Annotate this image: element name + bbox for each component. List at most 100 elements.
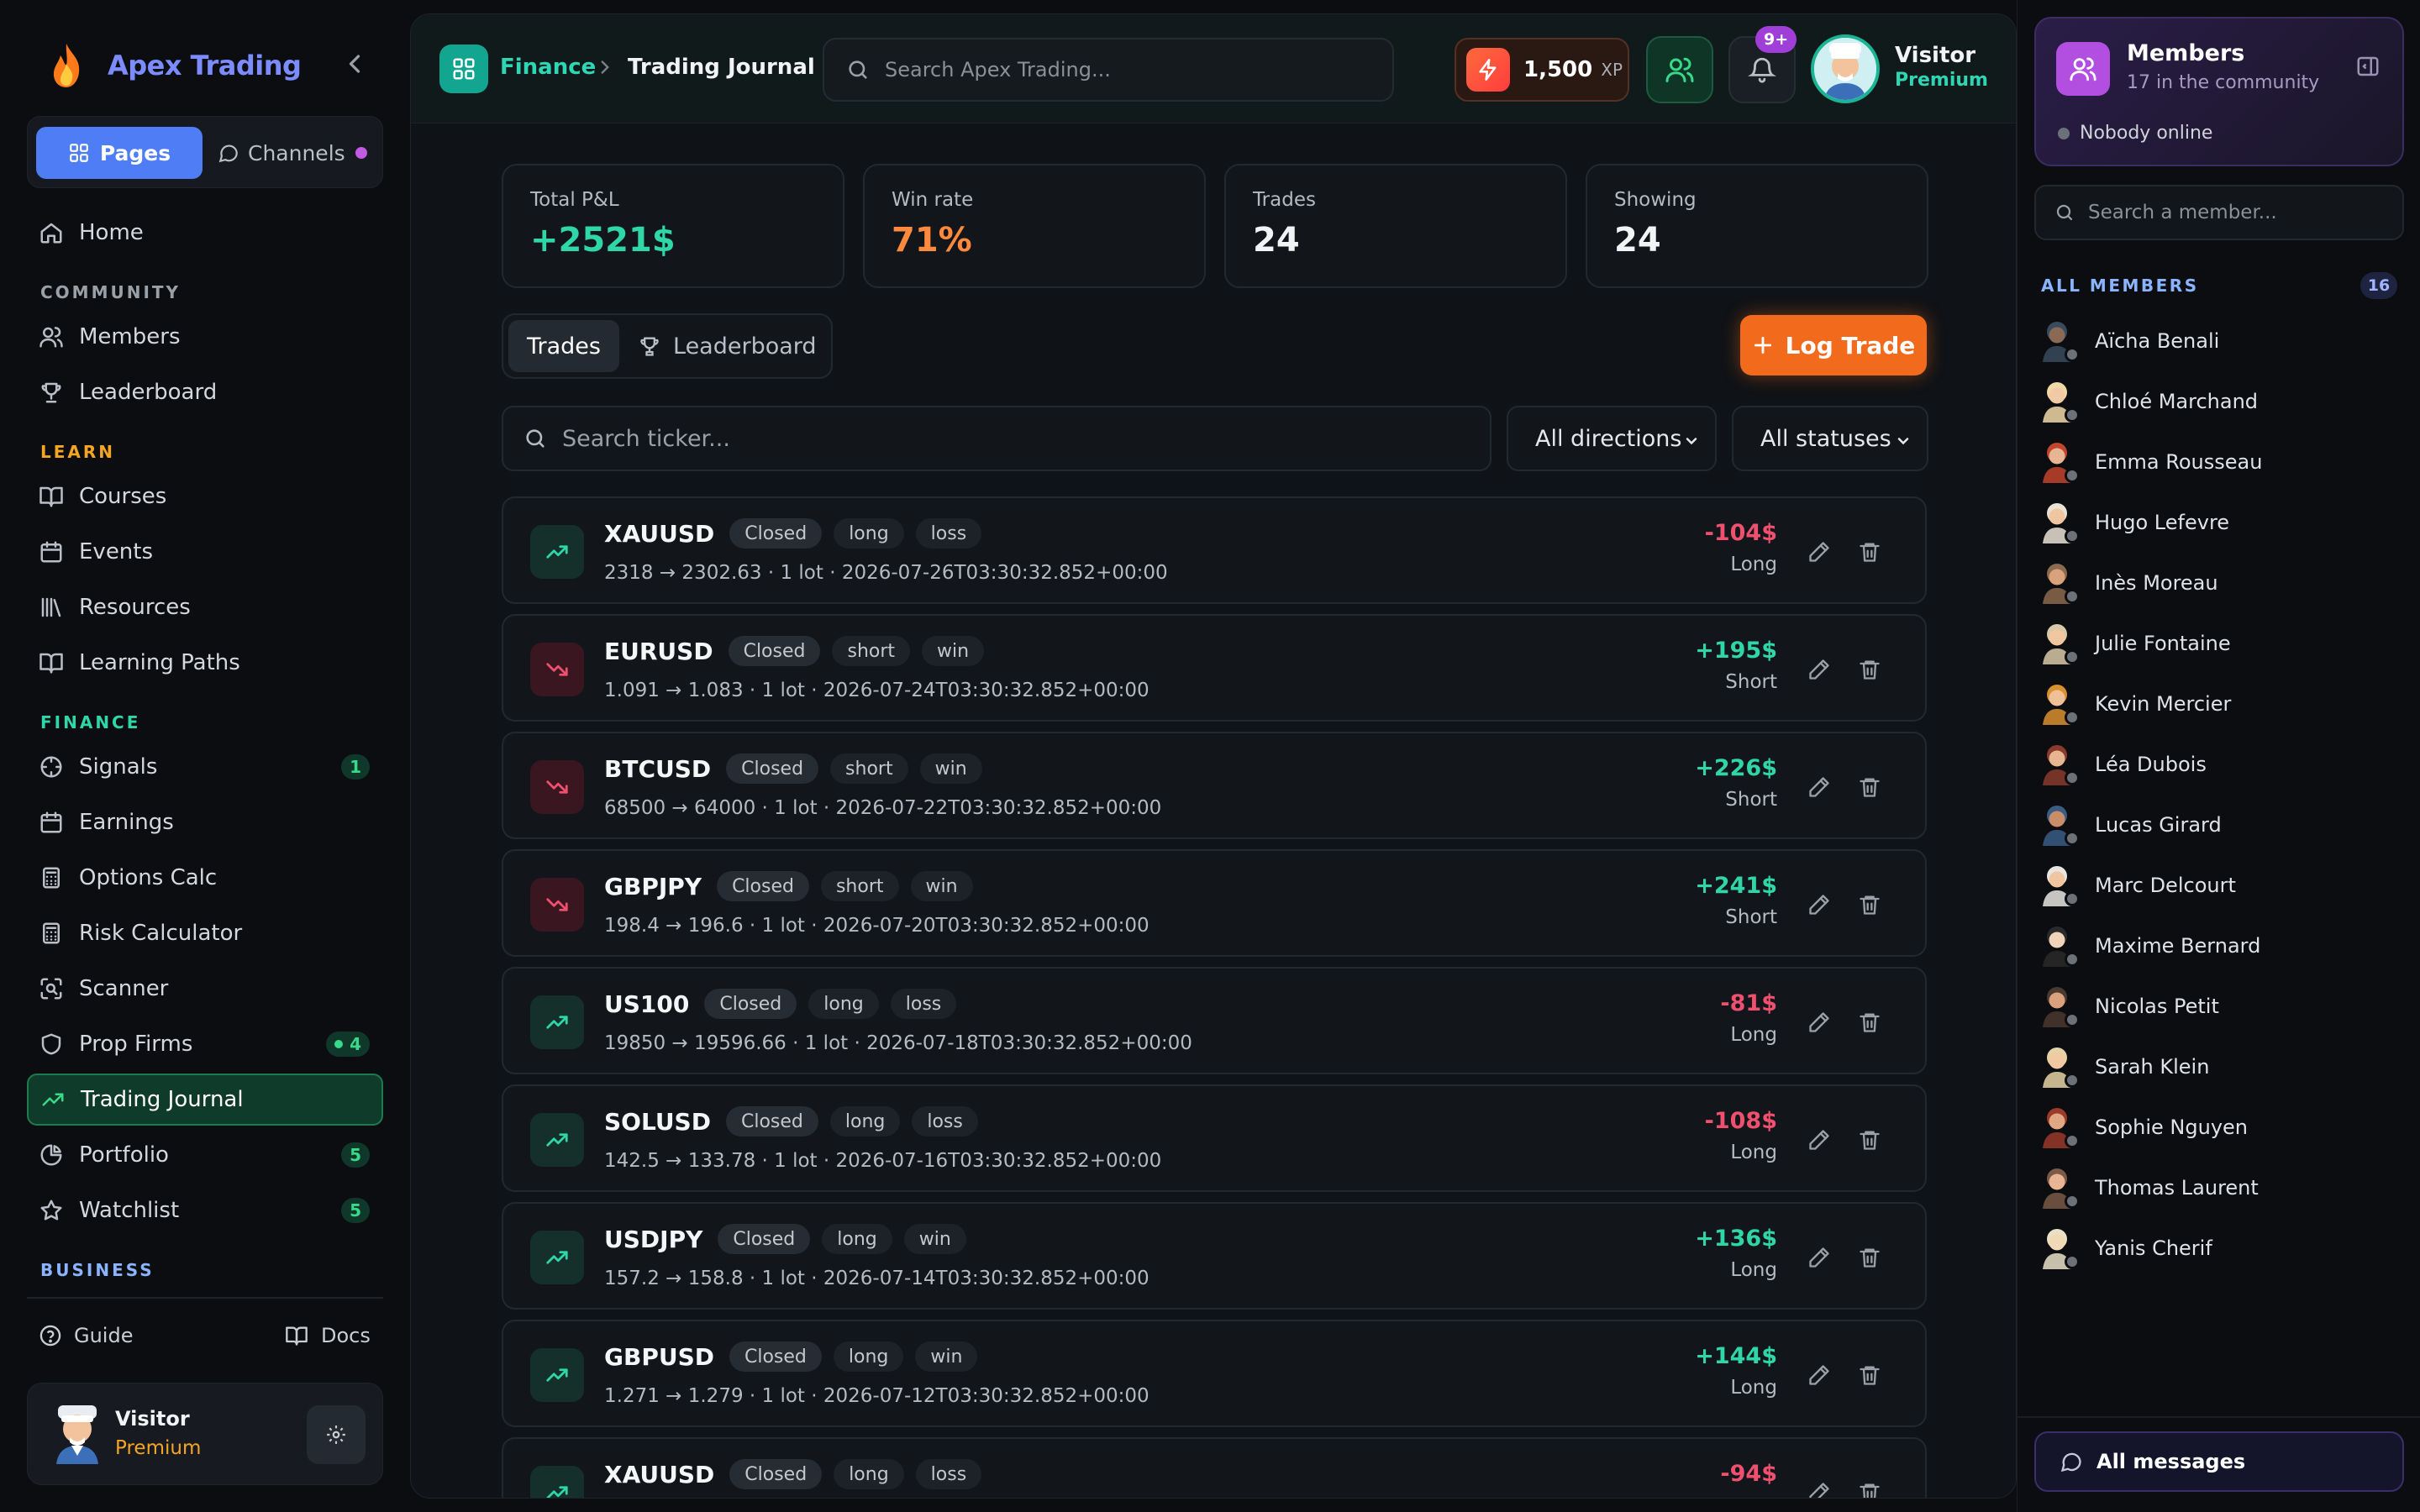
- member-item[interactable]: Thomas Laurent: [2039, 1158, 2409, 1218]
- sidebar-item-trading-journal[interactable]: Trading Journal: [27, 1074, 383, 1126]
- member-item[interactable]: Sophie Nguyen: [2039, 1097, 2409, 1158]
- sidebar-item-events[interactable]: Events: [27, 526, 383, 578]
- docs-link[interactable]: Docs: [284, 1324, 371, 1347]
- tab-leaderboard[interactable]: Leaderboard: [638, 320, 828, 372]
- global-search-input[interactable]: [885, 58, 1355, 81]
- edit-trade-button[interactable]: [1802, 770, 1836, 804]
- ticker-search-input[interactable]: [562, 425, 1470, 452]
- trade-row[interactable]: US100 Closed long loss 19850 → 19596.66 · 1 …: [502, 967, 1927, 1074]
- member-item[interactable]: Emma Rousseau: [2039, 432, 2409, 492]
- delete-trade-button[interactable]: [1853, 653, 1886, 686]
- sidebar-user-card[interactable]: Visitor Premium: [27, 1383, 383, 1485]
- member-avatar: [2039, 320, 2080, 362]
- direction-select[interactable]: All directions: [1507, 406, 1717, 471]
- main-panel: Finance Trading Journal 1,500 XP 9+: [410, 13, 2017, 1499]
- member-item[interactable]: Lucas Girard: [2039, 795, 2409, 855]
- panel-collapse-icon[interactable]: [2355, 54, 2381, 79]
- edit-trade-button[interactable]: [1802, 1476, 1836, 1498]
- breadcrumb-section[interactable]: Finance: [500, 55, 596, 80]
- sidebar-item-earnings[interactable]: Earnings: [27, 796, 383, 848]
- sidebar-item-options-calc[interactable]: Options Calc: [27, 852, 383, 904]
- trade-ticker: XAUUSD: [604, 519, 715, 548]
- log-trade-button[interactable]: Log Trade: [1740, 315, 1927, 375]
- trending-up-icon: [530, 995, 584, 1049]
- member-item[interactable]: Hugo Lefevre: [2039, 492, 2409, 553]
- edit-trade-button[interactable]: [1802, 888, 1836, 921]
- sidebar-item-resources[interactable]: Resources: [27, 581, 383, 633]
- status-select[interactable]: All statuses: [1732, 406, 1928, 471]
- edit-trade-button[interactable]: [1802, 1005, 1836, 1039]
- member-item[interactable]: Aïcha Benali: [2039, 311, 2409, 371]
- member-item[interactable]: Chloé Marchand: [2039, 371, 2409, 432]
- member-list: Aïcha Benali Chloé Marchand Emma Rousseau H…: [2039, 311, 2409, 1278]
- edit-trade-button[interactable]: [1802, 1358, 1836, 1392]
- trade-row[interactable]: GBPUSD Closed long win 1.271 → 1.279 · 1 lot…: [502, 1320, 1927, 1427]
- member-item[interactable]: Nicolas Petit: [2039, 976, 2409, 1037]
- sidebar-item-signals[interactable]: Signals 1: [27, 741, 383, 793]
- library-icon: [41, 597, 61, 617]
- collapse-sidebar-button[interactable]: [339, 49, 370, 79]
- trade-row[interactable]: USDJPY Closed long win 157.2 → 158.8 · 1 lot…: [502, 1202, 1927, 1310]
- xp-badge[interactable]: 1,500 XP: [1455, 38, 1629, 102]
- trophy-icon: [640, 337, 659, 356]
- ticker-search[interactable]: [502, 406, 1491, 471]
- sidebar-item-home[interactable]: Home: [27, 207, 383, 259]
- sidebar-item-leaderboard[interactable]: Leaderboard: [27, 366, 383, 418]
- offline-status-dot: [2065, 1133, 2080, 1148]
- channels-tab[interactable]: Channels: [218, 127, 377, 179]
- trade-row[interactable]: SOLUSD Closed long loss 142.5 → 133.78 · 1 l…: [502, 1084, 1927, 1192]
- sidebar-item-prop-firms[interactable]: Prop Firms 4: [27, 1018, 383, 1070]
- settings-button[interactable]: [307, 1405, 366, 1464]
- member-item[interactable]: Yanis Cherif: [2039, 1218, 2409, 1278]
- trade-row[interactable]: GBPJPY Closed short win 198.4 → 196.6 · 1 lo…: [502, 849, 1927, 957]
- member-item[interactable]: Marc Delcourt: [2039, 855, 2409, 916]
- member-search-input[interactable]: [2088, 202, 2391, 223]
- finance-section-icon[interactable]: [439, 45, 488, 93]
- members-toggle-button[interactable]: [1646, 36, 1713, 103]
- edit-trade-button[interactable]: [1802, 1123, 1836, 1157]
- trade-row[interactable]: XAUUSD Closed long loss -94$: [502, 1437, 1927, 1498]
- sidebar-item-portfolio[interactable]: Portfolio 5: [27, 1129, 383, 1181]
- guide-link[interactable]: Guide: [39, 1324, 133, 1347]
- docs-label: Docs: [321, 1324, 371, 1347]
- delete-trade-button[interactable]: [1853, 1123, 1886, 1157]
- sidebar-item-members[interactable]: Members: [27, 311, 383, 363]
- sidebar-item-learning-paths[interactable]: Learning Paths: [27, 637, 383, 689]
- member-name: Sarah Klein: [2095, 1055, 2210, 1079]
- sidebar-item-scanner[interactable]: Scanner: [27, 963, 383, 1015]
- member-item[interactable]: Julie Fontaine: [2039, 613, 2409, 674]
- delete-trade-button[interactable]: [1853, 770, 1886, 804]
- bell-icon: [1748, 57, 1776, 83]
- trade-status-badge: Closed: [729, 518, 823, 549]
- sidebar-item-watchlist[interactable]: Watchlist 5: [27, 1184, 383, 1236]
- member-search[interactable]: [2034, 185, 2404, 240]
- member-item[interactable]: Kevin Mercier: [2039, 674, 2409, 734]
- global-search[interactable]: [823, 38, 1394, 102]
- users-icon: [1665, 57, 1694, 82]
- edit-trade-button[interactable]: [1802, 1241, 1836, 1274]
- brand[interactable]: Apex Trading: [45, 37, 302, 94]
- sidebar-item-courses[interactable]: Courses: [27, 470, 383, 522]
- tab-trades[interactable]: Trades: [508, 320, 619, 372]
- delete-trade-button[interactable]: [1853, 1241, 1886, 1274]
- trade-row[interactable]: BTCUSD Closed short win 68500 → 64000 · 1 lo…: [502, 732, 1927, 839]
- delete-trade-button[interactable]: [1853, 888, 1886, 921]
- members-panel: Members 17 in the community Nobody onlin…: [2017, 0, 2420, 1512]
- delete-trade-button[interactable]: [1853, 1476, 1886, 1498]
- delete-trade-button[interactable]: [1853, 535, 1886, 569]
- header-user-avatar[interactable]: [1811, 34, 1880, 103]
- edit-trade-button[interactable]: [1802, 535, 1836, 569]
- member-item[interactable]: Maxime Bernard: [2039, 916, 2409, 976]
- trade-row[interactable]: XAUUSD Closed long loss 2318 → 2302.63 · 1 l…: [502, 496, 1927, 604]
- member-item[interactable]: Sarah Klein: [2039, 1037, 2409, 1097]
- member-item[interactable]: Léa Dubois: [2039, 734, 2409, 795]
- pages-tab[interactable]: Pages: [36, 127, 203, 179]
- trade-row[interactable]: EURUSD Closed short win 1.091 → 1.083 · 1 lo…: [502, 614, 1927, 722]
- member-item[interactable]: Inès Moreau: [2039, 553, 2409, 613]
- delete-trade-button[interactable]: [1853, 1005, 1886, 1039]
- delete-trade-button[interactable]: [1853, 1358, 1886, 1392]
- all-messages-button[interactable]: All messages: [2034, 1431, 2404, 1492]
- sidebar-item-risk-calculator[interactable]: Risk Calculator: [27, 907, 383, 959]
- trash-icon: [1860, 660, 1880, 680]
- edit-trade-button[interactable]: [1802, 653, 1836, 686]
